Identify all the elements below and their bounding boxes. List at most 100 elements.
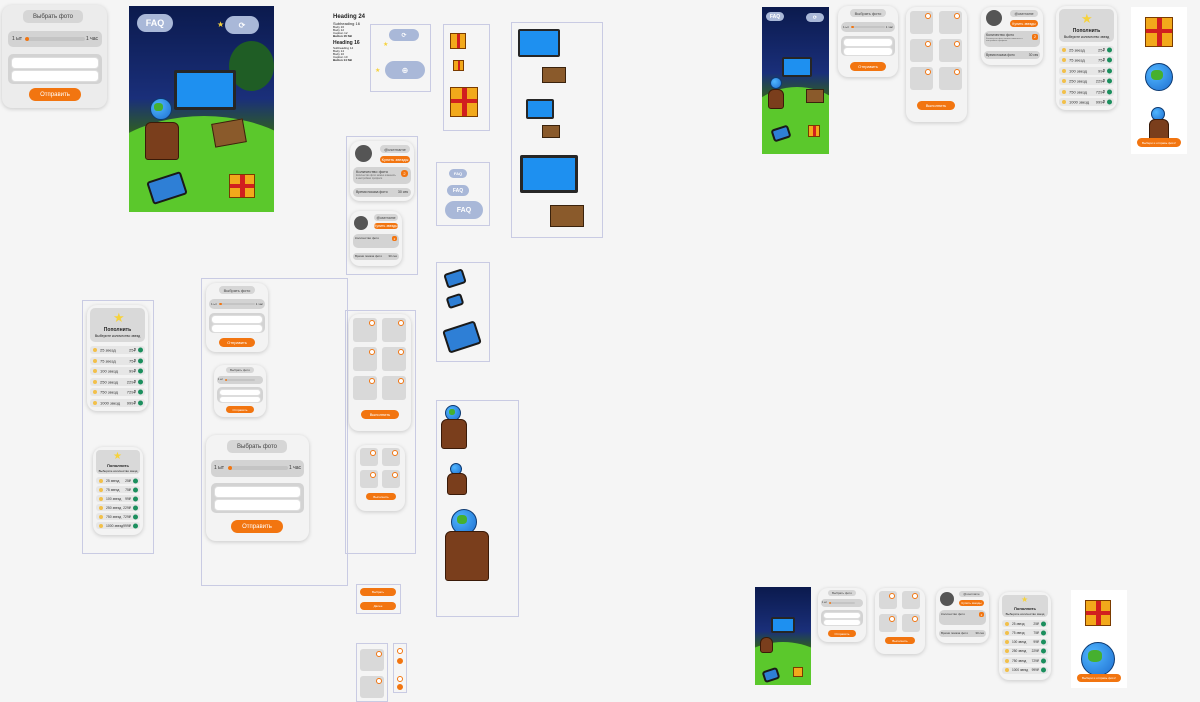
photo-slot[interactable] [360,448,378,466]
select-radio[interactable] [398,349,404,355]
topup-option[interactable]: 750 звезд 729₽ [1059,87,1114,96]
topup-option[interactable]: 250 звезд 229₽ [1059,77,1114,86]
text-field-1[interactable] [11,57,99,69]
select-radio[interactable] [376,651,382,657]
topup-option[interactable]: 75 звезд 75₽ [96,486,140,493]
radio-empty[interactable] [397,648,403,654]
submit-button[interactable]: Отправить [226,406,254,413]
buy-stars-button[interactable]: Купить звезды [380,156,410,163]
photo-slot[interactable] [910,11,933,34]
select-radio[interactable] [925,13,931,19]
choose-photo-button[interactable]: Выбрать фото [23,10,83,23]
topup-option[interactable]: 250 звезд 229₽ [96,504,140,511]
duration-slider[interactable]: 1 ыт 1 час [8,31,102,47]
topup-option[interactable]: 100 звезд 99₽ [1059,66,1114,75]
duration-slider[interactable]: 1 ыт [217,376,263,384]
topup-option[interactable]: 1000 звезд 999₽ [90,398,145,407]
photo-slot[interactable] [353,347,377,371]
buy-stars-button[interactable]: Купить звезды [1010,20,1038,27]
duration-slider[interactable]: 1 ыт [821,599,863,607]
choose-photo-button[interactable]: Выбрать фото [227,440,287,453]
select-radio[interactable] [889,616,895,622]
choose-photo-button[interactable]: Выбрать фото [219,286,255,294]
text-field-2[interactable] [843,47,893,56]
select-radio[interactable] [398,320,404,326]
submit-button[interactable]: Отправить [850,62,886,71]
buy-stars-button[interactable]: Купить звезды [959,600,984,606]
select-radio[interactable] [954,13,960,19]
photo-slot[interactable] [902,591,920,609]
topup-option[interactable]: 750 звезд 729₽ [90,388,145,396]
slider-track[interactable] [219,303,255,305]
select-radio[interactable] [398,378,404,384]
topup-option[interactable]: 75 звезд 75₽ [1059,56,1114,65]
select-radio[interactable] [370,472,376,478]
select-radio[interactable] [370,450,376,456]
photo-slot[interactable] [382,470,400,488]
photo-slot[interactable] [382,448,400,466]
text-field-2[interactable] [214,499,301,511]
faq-cloud[interactable]: FAQ [137,14,173,32]
select-radio[interactable] [925,41,931,47]
topup-option[interactable]: 750 звезд 729₽ [1002,657,1048,665]
submit-button[interactable]: Отправить [29,88,81,101]
topup-option[interactable]: 1000 звезд 999₽ [1059,98,1114,106]
duration-slider[interactable]: 1 ыт 1 час [211,460,304,477]
photo-slot[interactable] [939,11,962,34]
select-radio[interactable] [376,678,382,684]
text-field-1[interactable] [211,315,263,324]
promo-button[interactable]: Выбери и отправь фото! [1077,674,1121,682]
photos-count-badge[interactable]: 2 [979,612,984,617]
execute-button[interactable]: Выполнить [366,493,396,500]
radio-checked[interactable] [397,658,403,664]
photo-slot[interactable] [902,614,920,632]
gift-illustration[interactable] [808,125,820,137]
topup-option[interactable]: 75 звезд 75₽ [90,356,145,365]
execute-button[interactable]: Выполнить [361,410,399,419]
choose-button[interactable]: Выбрать [360,588,396,596]
text-field-1[interactable] [843,38,893,47]
slider-track[interactable] [228,466,288,470]
topup-option[interactable]: 25 звезд 25₽ [1002,620,1048,627]
photo-slot[interactable] [939,67,962,90]
radio-checked[interactable] [397,684,403,690]
submit-button[interactable]: Отправить [828,630,856,637]
select-radio[interactable] [889,593,895,599]
photo-slot[interactable] [353,376,377,400]
topup-option[interactable]: 1000 звезд 999₽ [96,522,140,529]
topup-option[interactable]: 25 звезд 25₽ [90,346,145,354]
select-radio[interactable] [392,450,398,456]
slider-track[interactable] [225,379,255,381]
photo-slot[interactable] [382,347,406,371]
select-radio[interactable] [369,320,375,326]
photos-count-badge[interactable]: 2 [401,170,408,177]
select-radio[interactable] [369,349,375,355]
photo-slot[interactable] [360,470,378,488]
submit-button[interactable]: Отправить [231,520,283,533]
text-field-1[interactable] [214,486,301,498]
photo-slot[interactable] [879,591,897,609]
slider-track[interactable] [25,37,85,41]
next-button[interactable]: Далее [360,602,396,610]
duration-slider[interactable]: 1 ыт 1 час [209,299,265,309]
buy-stars-button[interactable]: Купить звезды [374,223,398,229]
promo-button[interactable]: Выбери и отправь фото! [1137,138,1181,147]
choose-photo-button[interactable]: Выбрать фото [226,367,254,373]
topup-option[interactable]: 250 звезд 229₽ [1002,647,1048,655]
topup-option[interactable]: 25 звезд 25₽ [1059,46,1114,54]
submit-button[interactable]: Отправить [219,338,255,347]
choose-photo-button[interactable]: Выбрать фото [850,9,886,17]
refresh-cloud[interactable]: ⟳ [806,13,824,22]
choose-photo-button[interactable]: Выбрать фото [828,590,856,596]
text-field-2[interactable] [823,619,861,626]
slider-track[interactable] [829,602,855,604]
select-radio[interactable] [369,378,375,384]
slider-track[interactable] [851,26,885,28]
topup-option[interactable]: 1000 звезд 999₽ [1002,666,1048,674]
topup-option[interactable]: 100 звезд 99₽ [1002,638,1048,646]
topup-option[interactable]: 750 звезд 729₽ [96,513,140,520]
text-field-1[interactable] [823,612,861,619]
photo-placeholder[interactable] [360,676,384,698]
gift-illustration[interactable] [229,174,255,198]
text-field-2[interactable] [211,324,263,333]
